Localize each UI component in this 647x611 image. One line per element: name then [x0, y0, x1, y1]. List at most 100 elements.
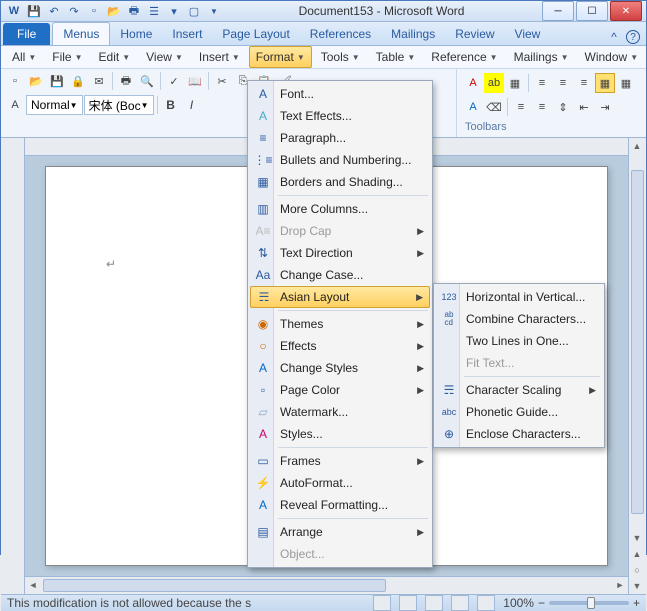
maximize-button[interactable]: ☐: [576, 1, 608, 21]
zoom-in-icon[interactable]: +: [633, 596, 640, 610]
new-icon[interactable]: ▫: [85, 2, 103, 20]
zoom-slider[interactable]: [549, 601, 629, 605]
menu-edit[interactable]: Edit▼: [92, 46, 138, 68]
vertical-ruler[interactable]: [1, 138, 25, 594]
italic-icon[interactable]: I: [182, 95, 202, 115]
menu-table[interactable]: Table▼: [369, 46, 423, 68]
menu-item-columns[interactable]: ▥More Columns...: [250, 198, 430, 220]
horizontal-scrollbar[interactable]: ◄ ►: [25, 576, 628, 594]
styles-icon[interactable]: A: [5, 95, 25, 115]
tab-mailings[interactable]: Mailings: [381, 23, 445, 45]
indent-inc-icon[interactable]: ⇥: [595, 97, 615, 117]
font-select[interactable]: 宋体 (Boc▼: [84, 95, 154, 115]
menu-tools[interactable]: Tools▼: [314, 46, 367, 68]
print-icon[interactable]: 🖶: [125, 2, 143, 20]
menu-item-font[interactable]: AFont...: [250, 83, 430, 105]
tab-insert[interactable]: Insert: [162, 23, 212, 45]
list-icon[interactable]: ☰: [145, 2, 163, 20]
menu-item-two-lines[interactable]: Two Lines in One...: [436, 330, 602, 352]
outline-view-icon[interactable]: [451, 595, 469, 611]
menu-item-reveal[interactable]: AReveal Formatting...: [250, 494, 430, 516]
zoom-level[interactable]: 100%: [503, 596, 534, 610]
tab-page-layout[interactable]: Page Layout: [212, 23, 299, 45]
preview-icon[interactable]: 🔍: [137, 71, 157, 91]
menu-item-autoformat[interactable]: ⚡AutoFormat...: [250, 472, 430, 494]
scroll-left-icon[interactable]: ◄: [25, 577, 41, 593]
spell-icon[interactable]: ✓: [164, 71, 184, 91]
menu-item-text-direction[interactable]: ⇅Text Direction▶: [250, 242, 430, 264]
qat-more-icon[interactable]: ▾: [165, 2, 183, 20]
tab-references[interactable]: References: [300, 23, 381, 45]
bold-icon[interactable]: B: [161, 95, 181, 115]
undo-icon[interactable]: ↶: [45, 2, 63, 20]
print-btn-icon[interactable]: 🖶: [116, 71, 136, 91]
clear-format-icon[interactable]: ⌫: [484, 97, 504, 117]
menu-item-styles[interactable]: AStyles...: [250, 423, 430, 445]
menu-item-arrange[interactable]: ▤Arrange▶: [250, 521, 430, 543]
menu-item-borders[interactable]: ▦Borders and Shading...: [250, 171, 430, 193]
menu-item-frames[interactable]: ▭Frames▶: [250, 450, 430, 472]
redo-icon[interactable]: ↷: [65, 2, 83, 20]
menu-item-enclose[interactable]: ⊕Enclose Characters...: [436, 423, 602, 445]
menu-item-asian-layout[interactable]: ☴Asian Layout▶: [250, 286, 430, 308]
help-icon[interactable]: ?: [626, 30, 640, 44]
menu-format[interactable]: Format▼: [249, 46, 312, 68]
menu-window[interactable]: Window▼: [578, 46, 646, 68]
justify-icon[interactable]: ≡: [511, 97, 531, 117]
menu-item-text-effects[interactable]: AText Effects...: [250, 105, 430, 127]
close-button[interactable]: ✕: [610, 1, 642, 21]
draft-view-icon[interactable]: [477, 595, 495, 611]
menu-all[interactable]: All▼: [5, 46, 43, 68]
menu-item-char-scaling[interactable]: ☴Character Scaling▶: [436, 379, 602, 401]
text-effects-icon[interactable]: A: [463, 97, 483, 117]
shading-icon[interactable]: ▦: [505, 73, 525, 93]
tab-review[interactable]: Review: [445, 23, 504, 45]
browse-prev-icon[interactable]: ▲: [629, 546, 645, 562]
browse-next-icon[interactable]: ▼: [629, 578, 645, 594]
web-view-icon[interactable]: [425, 595, 443, 611]
menu-mailings[interactable]: Mailings▼: [507, 46, 576, 68]
align-center-icon[interactable]: ≡: [553, 73, 573, 93]
word-icon[interactable]: W: [5, 2, 23, 20]
minimize-ribbon-icon[interactable]: ^: [606, 29, 622, 45]
browse-object-icon[interactable]: ○: [629, 562, 645, 578]
scroll-right-icon[interactable]: ►: [612, 577, 628, 593]
highlight2-icon[interactable]: ▦: [595, 73, 615, 93]
menu-item-effects[interactable]: ○Effects▶: [250, 335, 430, 357]
indent-dec-icon[interactable]: ⇤: [574, 97, 594, 117]
highlight-icon[interactable]: ab: [484, 73, 504, 93]
menu-item-phonetic[interactable]: abcPhonetic Guide...: [436, 401, 602, 423]
menu-item-change-case[interactable]: AaChange Case...: [250, 264, 430, 286]
menu-item-change-styles[interactable]: AChange Styles▶: [250, 357, 430, 379]
menu-view[interactable]: View▼: [139, 46, 190, 68]
align-left-icon[interactable]: ≡: [532, 73, 552, 93]
scroll-thumb-v[interactable]: [631, 170, 644, 514]
vertical-scrollbar[interactable]: ▲ ▼ ▲ ○ ▼: [628, 138, 646, 594]
border-icon[interactable]: ▦: [616, 73, 636, 93]
fullscreen-view-icon[interactable]: [399, 595, 417, 611]
menu-file[interactable]: File▼: [45, 46, 89, 68]
scroll-up-icon[interactable]: ▲: [629, 138, 645, 154]
scroll-thumb-h[interactable]: [43, 579, 386, 592]
menu-item-paragraph[interactable]: ≡Paragraph...: [250, 127, 430, 149]
menu-item-page-color[interactable]: ▫Page Color▶: [250, 379, 430, 401]
zoom-out-icon[interactable]: −: [538, 596, 545, 610]
menu-item-combine-chars[interactable]: abcdCombine Characters...: [436, 308, 602, 330]
menu-item-themes[interactable]: ◉Themes▶: [250, 313, 430, 335]
align-right-icon[interactable]: ≡: [574, 73, 594, 93]
minimize-button[interactable]: ─: [542, 1, 574, 21]
tab-view[interactable]: View: [505, 23, 551, 45]
tab-home[interactable]: Home: [110, 23, 162, 45]
font-color-icon[interactable]: A: [463, 73, 483, 93]
mail-icon[interactable]: ✉: [89, 71, 109, 91]
menu-item-drop-cap[interactable]: A≡Drop Cap▶: [250, 220, 430, 242]
line-spacing-icon[interactable]: ⇕: [553, 97, 573, 117]
cut-icon[interactable]: ✂: [212, 71, 232, 91]
open-doc-icon[interactable]: 📂: [26, 71, 46, 91]
research-icon[interactable]: 📖: [185, 71, 205, 91]
menu-item-horizontal-vertical[interactable]: 123Horizontal in Vertical...: [436, 286, 602, 308]
page-icon[interactable]: ▢: [185, 2, 203, 20]
open-icon[interactable]: 📂: [105, 2, 123, 20]
save-icon[interactable]: 💾: [25, 2, 43, 20]
menu-reference[interactable]: Reference▼: [424, 46, 504, 68]
